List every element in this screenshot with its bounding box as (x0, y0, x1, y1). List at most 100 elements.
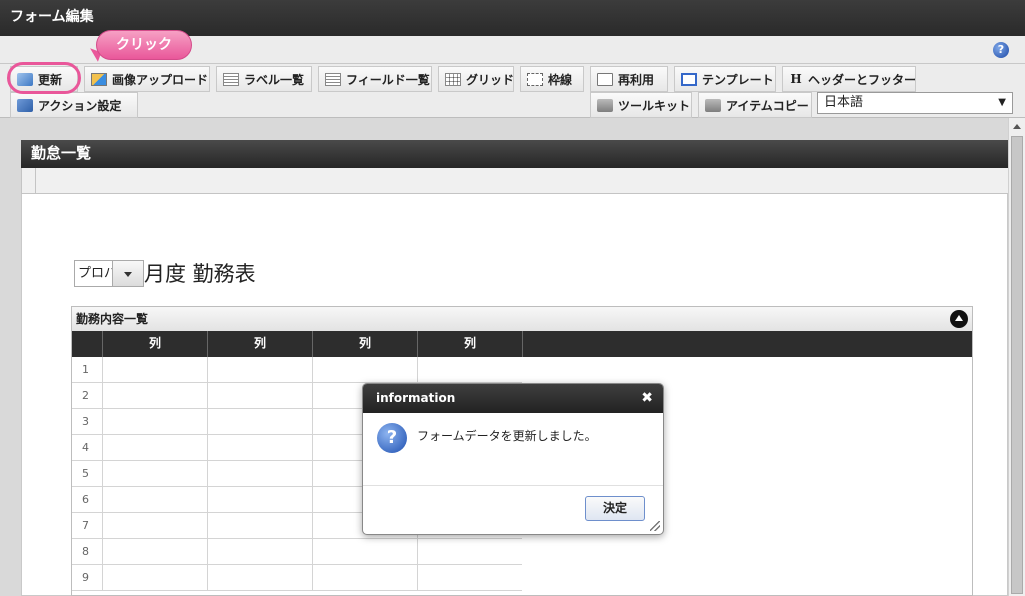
dialog-title: information ✖ (363, 384, 663, 413)
action-icon (17, 98, 33, 112)
question-icon: ? (377, 423, 407, 453)
grid-cell[interactable] (102, 383, 207, 409)
row-number: 5 (72, 461, 102, 487)
language-select[interactable]: 日本語 ▼ (817, 92, 1013, 114)
grid-cell[interactable] (102, 409, 207, 435)
scroll-up-arrow-icon[interactable] (1013, 124, 1021, 129)
reuse-icon (597, 72, 613, 86)
item-copy-label: アイテムコピー (726, 98, 809, 113)
label-list-label: ラベル一覧 (244, 72, 305, 87)
year-dropdown-button[interactable] (112, 260, 144, 287)
scroll-thumb[interactable] (1011, 136, 1023, 594)
grid-cell[interactable] (312, 357, 417, 383)
click-callout: クリック (96, 30, 192, 60)
list-icon (325, 72, 341, 86)
toolkit-icon (597, 98, 613, 112)
chevron-down-icon (124, 272, 132, 277)
grid-cell[interactable] (417, 357, 522, 383)
toolkit-button[interactable]: ツールキット (590, 92, 692, 118)
panel-title-label: 勤務内容一覧 (76, 312, 149, 326)
grid-cell[interactable] (207, 383, 312, 409)
image-upload-button[interactable]: 画像アップロード (84, 66, 210, 92)
row-number: 6 (72, 487, 102, 513)
row-number: 9 (72, 565, 102, 591)
image-upload-label: 画像アップロード (112, 72, 209, 87)
column-header: 列 (417, 331, 522, 357)
form-title: 月度 勤務表 (144, 262, 256, 286)
dialog-divider (363, 485, 663, 486)
click-highlight-ring (7, 62, 81, 94)
panel-title: 勤務内容一覧 (72, 307, 972, 331)
grid-cell[interactable] (312, 539, 417, 565)
row-number: 1 (72, 357, 102, 383)
template-button[interactable]: テンプレート (674, 66, 776, 92)
grid-cell[interactable] (102, 565, 207, 591)
reuse-label: 再利用 (618, 72, 655, 87)
grid-cell[interactable] (102, 539, 207, 565)
information-dialog: information ✖ ? フォームデータを更新しました。 決定 (362, 383, 664, 535)
language-value: 日本語 (824, 95, 864, 110)
grid-cell[interactable] (207, 539, 312, 565)
grid-button[interactable]: グリッド (438, 66, 514, 92)
dialog-title-label: information (376, 391, 456, 405)
collapse-icon[interactable] (950, 310, 968, 328)
toolkit-label: ツールキット (618, 98, 691, 113)
grid-icon (445, 72, 461, 86)
row-number: 2 (72, 383, 102, 409)
image-upload-icon (91, 72, 107, 86)
grid-header: 列 列 列 列 (72, 331, 972, 357)
action-settings-label: アクション設定 (38, 98, 122, 113)
row-number: 4 (72, 435, 102, 461)
grid-cell[interactable] (102, 513, 207, 539)
grid-cell[interactable] (207, 513, 312, 539)
vertical-scrollbar[interactable] (1008, 118, 1025, 596)
close-icon[interactable]: ✖ (641, 384, 653, 413)
page-subbar (21, 168, 1008, 194)
row-number: 7 (72, 513, 102, 539)
header-icon: H (790, 71, 802, 86)
grid-cell[interactable] (102, 357, 207, 383)
action-settings-button[interactable]: アクション設定 (10, 92, 138, 118)
column-header-spacer (522, 331, 972, 357)
grid-cell[interactable] (102, 487, 207, 513)
label-list-button[interactable]: ラベル一覧 (216, 66, 312, 92)
grid-cell[interactable] (102, 435, 207, 461)
grid-cell[interactable] (207, 435, 312, 461)
help-icon[interactable]: ? (993, 42, 1009, 58)
item-copy-button[interactable]: アイテムコピー (698, 92, 812, 118)
template-icon (681, 72, 697, 86)
column-header: 列 (312, 331, 417, 357)
list-icon (223, 72, 239, 86)
frame-icon (527, 72, 543, 86)
frame-label: 枠線 (548, 72, 573, 87)
grid-cell[interactable] (417, 539, 522, 565)
header-footer-button[interactable]: H ヘッダーとフッター (782, 66, 916, 92)
grid-cell[interactable] (207, 461, 312, 487)
reuse-button[interactable]: 再利用 (590, 66, 668, 92)
grid-label: グリッド (466, 72, 515, 87)
item-copy-icon (705, 98, 721, 112)
subbar-divider (35, 168, 36, 194)
grid-cell[interactable] (417, 565, 522, 591)
field-list-label: フィールド一覧 (346, 72, 430, 87)
grid-cell[interactable] (207, 409, 312, 435)
row-number: 3 (72, 409, 102, 435)
header-footer-label: ヘッダーとフッター (808, 72, 917, 87)
field-list-button[interactable]: フィールド一覧 (318, 66, 432, 92)
subbar-divider (21, 168, 22, 194)
dropdown-arrow-icon: ▼ (998, 97, 1006, 108)
row-number: 8 (72, 539, 102, 565)
frame-button[interactable]: 枠線 (520, 66, 584, 92)
column-header: 列 (207, 331, 312, 357)
page-title: 勤怠一覧 (21, 140, 1008, 168)
grid-cell[interactable] (207, 565, 312, 591)
dialog-message: フォームデータを更新しました。 (417, 429, 597, 443)
template-label: テンプレート (702, 72, 774, 87)
grid-cell[interactable] (102, 461, 207, 487)
grid-cell[interactable] (207, 487, 312, 513)
grid-cell[interactable] (312, 565, 417, 591)
grid-cell[interactable] (207, 357, 312, 383)
resize-grip-icon[interactable] (650, 521, 660, 531)
column-header: 列 (102, 331, 207, 357)
ok-button[interactable]: 決定 (585, 496, 645, 521)
